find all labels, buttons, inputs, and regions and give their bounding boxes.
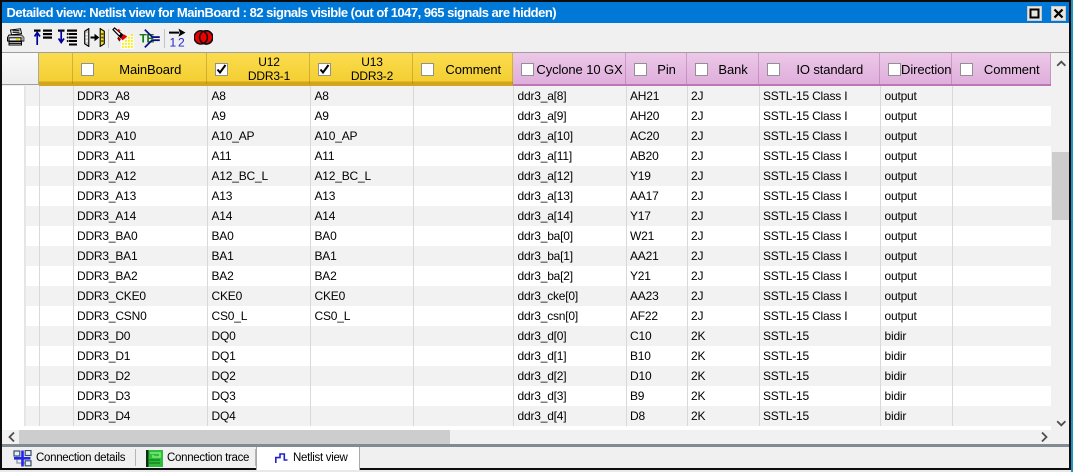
svg-text:TE: TE: [140, 32, 155, 46]
svg-text:2: 2: [178, 36, 185, 49]
svg-text:1: 1: [170, 36, 177, 49]
